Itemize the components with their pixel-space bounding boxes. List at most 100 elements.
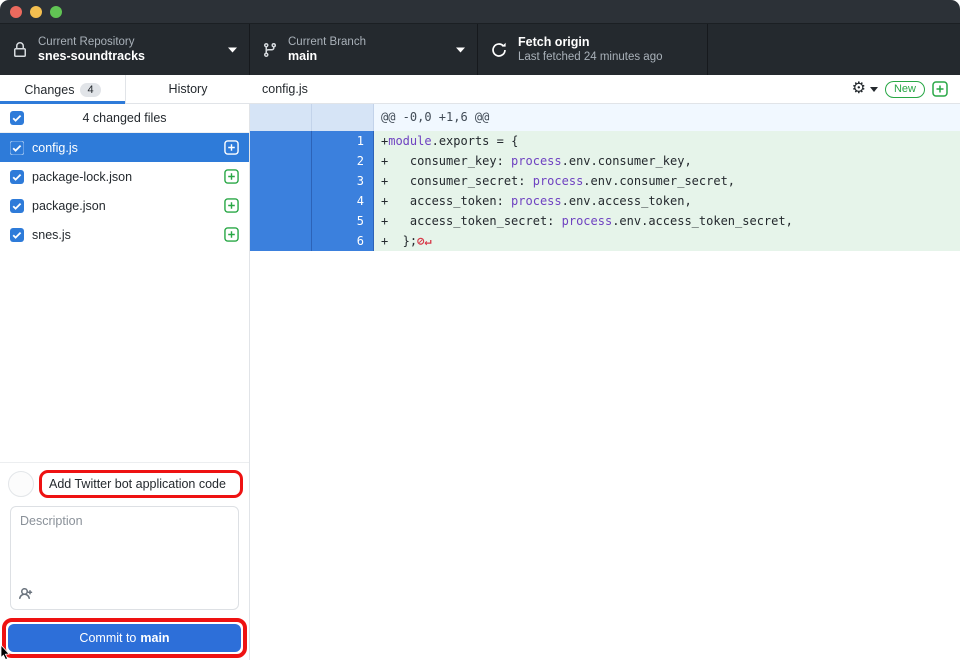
gutter-new-line-number[interactable]: 6: [312, 231, 374, 251]
diff-line[interactable]: 1+module.exports = {: [250, 131, 960, 151]
diff-line[interactable]: 6 + };⊘↵: [250, 231, 960, 251]
toolbar-empty-space: [708, 24, 960, 75]
gutter-new-line-number[interactable]: 3: [312, 171, 374, 191]
gutter-old-line[interactable]: [250, 231, 312, 251]
code-segment: .env.consumer_key,: [562, 154, 692, 168]
tab-history-label: History: [169, 82, 208, 96]
added-status-icon: [224, 140, 239, 155]
tab-changes[interactable]: Changes 4: [0, 75, 125, 104]
commit-summary-input[interactable]: [43, 474, 239, 494]
current-repository-button[interactable]: Current Repository snes-soundtracks: [0, 24, 250, 75]
diff-code-text: +module.exports = {: [374, 131, 960, 151]
gear-icon: ⚙: [852, 81, 866, 97]
add-coauthor-button[interactable]: [19, 586, 35, 602]
code-segment: .env.access_token,: [562, 194, 692, 208]
diff-line[interactable]: 2+ consumer_key: process.env.consumer_ke…: [250, 151, 960, 171]
diff-code-text: + consumer_secret: process.env.consumer_…: [374, 171, 960, 191]
added-status-icon: [224, 169, 239, 184]
branch-name: main: [288, 49, 366, 65]
gutter-old-line[interactable]: [250, 191, 312, 211]
gutter-new-line-number[interactable]: 1: [312, 131, 374, 151]
changes-sidebar: 4 changed files config.js package-lock.js…: [0, 104, 250, 660]
code-segment: process: [533, 174, 584, 188]
file-row[interactable]: snes.js: [0, 220, 249, 249]
commit-button[interactable]: Commit to main: [8, 624, 241, 652]
zoom-window-button[interactable]: [50, 6, 62, 18]
gutter-old-line[interactable]: [250, 131, 312, 151]
sync-icon: [490, 41, 508, 59]
code-segment: process: [511, 194, 562, 208]
file-name: snes.js: [32, 228, 71, 242]
repository-name: snes-soundtracks: [38, 49, 145, 65]
gutter-new-line-number[interactable]: 4: [312, 191, 374, 211]
diff-file-name: config.js: [262, 82, 308, 96]
gutter-new-line-number[interactable]: 2: [312, 151, 374, 171]
code-segment: + access_token:: [381, 194, 511, 208]
close-window-button[interactable]: [10, 6, 22, 18]
diff-line[interactable]: 4+ access_token: process.env.access_toke…: [250, 191, 960, 211]
changed-files-list: config.js package-lock.json package.json sn…: [0, 133, 249, 249]
titlebar: [0, 0, 960, 23]
select-all-checkbox[interactable]: [10, 111, 24, 125]
file-row[interactable]: config.js: [0, 133, 249, 162]
commit-description-textarea[interactable]: Description: [10, 506, 239, 610]
tab-history[interactable]: History: [125, 75, 250, 104]
hunk-header-text: @@ -0,0 +1,6 @@: [374, 104, 960, 131]
diff-line[interactable]: 5+ access_token_secret: process.env.acce…: [250, 211, 960, 231]
no-newline-marker-icon: ⊘↵: [417, 234, 431, 248]
changes-count-badge: 4: [80, 83, 100, 97]
commit-button-highlight-annotation: Commit to main: [2, 618, 247, 658]
avatar: [8, 471, 34, 497]
diff-code-text: + consumer_key: process.env.consumer_key…: [374, 151, 960, 171]
repository-label: Current Repository: [38, 35, 145, 49]
file-row[interactable]: package.json: [0, 191, 249, 220]
code-segment: + consumer_secret:: [381, 174, 533, 188]
added-status-icon: [224, 198, 239, 213]
hunk-gutter-old: [250, 104, 312, 131]
file-checkbox[interactable]: [10, 199, 24, 213]
file-checkbox[interactable]: [10, 170, 24, 184]
changed-files-count: 4 changed files: [82, 111, 166, 125]
diff-options-button[interactable]: ⚙: [852, 81, 878, 97]
new-badge: New: [885, 81, 925, 98]
file-checkbox[interactable]: [10, 228, 24, 242]
hunk-gutter-new: [312, 104, 374, 131]
current-branch-button[interactable]: Current Branch main: [250, 24, 478, 75]
plus-square-icon: [932, 81, 948, 97]
diff-lines: 1+module.exports = {2+ consumer_key: pro…: [250, 131, 960, 251]
gutter-old-line[interactable]: [250, 211, 312, 231]
file-row[interactable]: package-lock.json: [0, 162, 249, 191]
expand-diff-button[interactable]: [932, 81, 948, 97]
code-segment: + };: [381, 234, 417, 248]
chevron-down-icon: [228, 47, 237, 53]
gutter-old-line[interactable]: [250, 151, 312, 171]
diff-line[interactable]: 3+ consumer_secret: process.env.consumer…: [250, 171, 960, 191]
fetch-title: Fetch origin: [518, 35, 663, 51]
fetch-subtitle: Last fetched 24 minutes ago: [518, 50, 663, 64]
diff-hunk-header: @@ -0,0 +1,6 @@: [250, 104, 960, 131]
summary-highlight-annotation: [39, 470, 243, 498]
gutter-old-line[interactable]: [250, 171, 312, 191]
file-name: package-lock.json: [32, 170, 132, 184]
file-name: package.json: [32, 199, 106, 213]
chevron-down-icon: [870, 87, 878, 92]
branch-label: Current Branch: [288, 35, 366, 49]
file-name: config.js: [32, 141, 78, 155]
git-branch-icon: [262, 42, 278, 58]
diff-view: @@ -0,0 +1,6 @@ 1+module.exports = {2+ c…: [250, 104, 960, 660]
tab-changes-label: Changes: [24, 83, 74, 97]
diff-header-bar: config.js ⚙ New: [250, 75, 960, 104]
file-checkbox[interactable]: [10, 141, 24, 155]
lock-icon: [12, 42, 28, 58]
code-segment: .env.consumer_secret,: [583, 174, 735, 188]
commit-button-branch: main: [140, 631, 169, 645]
commit-button-label: Commit to: [79, 631, 136, 645]
github-desktop-window: Current Repository snes-soundtracks Curr…: [0, 0, 960, 660]
diff-code-text: + access_token: process.env.access_token…: [374, 191, 960, 211]
fetch-origin-button[interactable]: Fetch origin Last fetched 24 minutes ago: [478, 24, 708, 75]
file-list-empty-space: [0, 249, 249, 462]
code-segment: + access_token_secret:: [381, 214, 562, 228]
gutter-new-line-number[interactable]: 5: [312, 211, 374, 231]
minimize-window-button[interactable]: [30, 6, 42, 18]
code-segment: .env.access_token_secret,: [612, 214, 793, 228]
